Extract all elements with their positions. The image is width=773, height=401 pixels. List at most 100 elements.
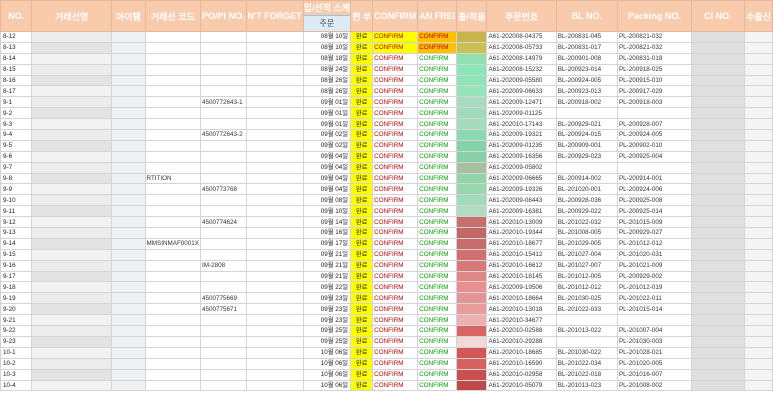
cell-dont-forget[interactable] bbox=[245, 183, 304, 196]
cell-ship-status[interactable] bbox=[456, 314, 488, 327]
cell-customer-code[interactable] bbox=[144, 357, 202, 370]
cell-status[interactable]: 완료 bbox=[350, 74, 374, 87]
cell-schedule-date[interactable]: 09월 21일 bbox=[302, 270, 352, 283]
cell-freight[interactable]: CONFIRM bbox=[417, 85, 458, 98]
cell-customer[interactable] bbox=[31, 52, 113, 65]
cell-confirm[interactable]: CONFIRM bbox=[372, 314, 419, 327]
cell-item[interactable] bbox=[111, 379, 146, 392]
cell-packing-no[interactable] bbox=[616, 107, 692, 120]
cell-freight[interactable]: CONFIRM bbox=[417, 96, 458, 109]
cell-customer-code[interactable] bbox=[144, 63, 202, 76]
cell-customer-code[interactable] bbox=[144, 107, 202, 120]
header-ship[interactable]: 출/적용 bbox=[456, 0, 488, 32]
cell-dont-forget[interactable] bbox=[245, 325, 304, 337]
cell-bl-no[interactable]: BL-201022-032 bbox=[555, 216, 618, 229]
cell-confirm[interactable]: CONFIRM bbox=[372, 129, 419, 141]
cell-customer-code[interactable] bbox=[144, 248, 202, 261]
cell-customer[interactable] bbox=[31, 183, 113, 196]
cell-schedule-date[interactable]: 09월 16일 bbox=[302, 227, 352, 239]
cell-confirm[interactable]: CONFIRM bbox=[372, 194, 419, 207]
cell-po-pi-no[interactable] bbox=[200, 139, 247, 152]
cell-customer-code[interactable] bbox=[144, 325, 202, 337]
cell-confirm[interactable]: CONFIRM bbox=[372, 139, 419, 152]
cell-customer-code[interactable] bbox=[144, 85, 202, 98]
cell-dont-forget[interactable] bbox=[245, 129, 304, 141]
cell-dont-forget[interactable] bbox=[245, 259, 304, 272]
cell-bl-no[interactable]: BL-201030-025 bbox=[555, 292, 618, 305]
cell-freight[interactable]: CONFIRM bbox=[417, 227, 458, 239]
cell-confirm[interactable]: CONFIRM bbox=[372, 85, 419, 98]
cell-order-no[interactable]: A61-202010-18677 bbox=[486, 237, 557, 250]
cell-ci-no[interactable] bbox=[690, 379, 746, 392]
cell-export[interactable] bbox=[744, 357, 773, 370]
cell-customer-code[interactable] bbox=[144, 129, 202, 141]
cell-schedule-date[interactable]: 09월 21일 bbox=[302, 259, 352, 272]
cell-ship-status[interactable] bbox=[456, 31, 488, 43]
cell-bl-no[interactable]: BL-200831-045 bbox=[555, 31, 618, 43]
table-row[interactable]: 10-1 10월 06일 완료 CONFIRM CONFIRM A61-202010-18… bbox=[0, 346, 773, 359]
cell-customer[interactable] bbox=[31, 292, 113, 305]
header-freight[interactable]: AN FREI bbox=[417, 0, 458, 32]
cell-confirm[interactable]: CONFIRM bbox=[372, 107, 419, 120]
cell-freight[interactable]: CONFIRM bbox=[417, 292, 458, 305]
table-row[interactable]: 9-9 4500773768 09월 04일 완료 CONFIRM CONFIRM A61-… bbox=[0, 183, 773, 196]
cell-customer-code[interactable] bbox=[144, 96, 202, 109]
cell-customer[interactable] bbox=[31, 248, 113, 261]
cell-schedule-date[interactable]: 09월 10일 bbox=[302, 205, 352, 218]
cell-export[interactable] bbox=[744, 281, 773, 294]
cell-freight[interactable]: CONFIRM bbox=[417, 314, 458, 327]
cell-export[interactable] bbox=[744, 74, 773, 87]
cell-dont-forget[interactable] bbox=[245, 205, 304, 218]
cell-packing-no[interactable]: PL-201015-009 bbox=[616, 216, 692, 229]
cell-ci-no[interactable] bbox=[690, 292, 746, 305]
cell-status[interactable]: 완료 bbox=[350, 270, 374, 283]
cell-item[interactable] bbox=[111, 314, 146, 327]
cell-packing-no[interactable]: PL-201015-014 bbox=[616, 303, 692, 316]
cell-export[interactable] bbox=[744, 227, 773, 239]
cell-export[interactable] bbox=[744, 96, 773, 109]
cell-status[interactable]: 완료 bbox=[350, 346, 374, 359]
header-item[interactable]: 아이템 bbox=[111, 0, 146, 32]
cell-customer-code[interactable] bbox=[144, 379, 202, 392]
cell-export[interactable] bbox=[744, 368, 773, 381]
cell-item[interactable] bbox=[111, 139, 146, 152]
cell-freight[interactable]: CONFIRM bbox=[417, 172, 458, 185]
table-row[interactable]: 9-7 09월 04일 완료 CONFIRM CONFIRM A61-202009-058… bbox=[0, 161, 773, 174]
cell-order-no[interactable]: A61-202009-06633 bbox=[486, 85, 557, 98]
cell-status[interactable]: 완료 bbox=[350, 63, 374, 76]
cell-status[interactable]: 완료 bbox=[350, 281, 374, 294]
cell-bl-no[interactable]: BL-200918-002 bbox=[555, 96, 618, 109]
cell-confirm[interactable]: CONFIRM bbox=[372, 281, 419, 294]
cell-dont-forget[interactable] bbox=[245, 270, 304, 283]
cell-order-no[interactable]: A61-202010-16612 bbox=[486, 259, 557, 272]
cell-schedule-date[interactable]: 09월 04일 bbox=[302, 183, 352, 196]
cell-status[interactable]: 완료 bbox=[350, 227, 374, 239]
cell-customer-code[interactable] bbox=[144, 52, 202, 65]
cell-freight[interactable]: CONFIRM bbox=[417, 346, 458, 359]
cell-order-no[interactable]: A61-202010-17143 bbox=[486, 118, 557, 131]
cell-no[interactable]: 9-11 bbox=[0, 205, 33, 218]
cell-no[interactable]: 10-1 bbox=[0, 346, 33, 359]
cell-ship-status[interactable] bbox=[456, 292, 488, 305]
cell-item[interactable] bbox=[111, 205, 146, 218]
cell-no[interactable]: 10-2 bbox=[0, 357, 33, 370]
cell-no[interactable]: 9-8 bbox=[0, 172, 33, 185]
cell-ci-no[interactable] bbox=[690, 172, 746, 185]
cell-confirm[interactable]: CONFIRM bbox=[372, 303, 419, 316]
cell-confirm[interactable]: CONFIRM bbox=[372, 96, 419, 109]
cell-status[interactable]: 완료 bbox=[350, 172, 374, 185]
cell-schedule-date[interactable]: 10월 06일 bbox=[302, 379, 352, 392]
cell-dont-forget[interactable] bbox=[245, 52, 304, 65]
cell-customer[interactable] bbox=[31, 270, 113, 283]
cell-packing-no[interactable]: PL-200925-014 bbox=[616, 205, 692, 218]
cell-item[interactable] bbox=[111, 237, 146, 250]
cell-customer-code[interactable] bbox=[144, 194, 202, 207]
cell-schedule-date[interactable]: 09월 01일 bbox=[302, 107, 352, 120]
cell-export[interactable] bbox=[744, 85, 773, 98]
cell-customer-code[interactable] bbox=[144, 139, 202, 152]
cell-confirm[interactable]: CONFIRM bbox=[372, 368, 419, 381]
cell-confirm[interactable]: CONFIRM bbox=[372, 357, 419, 370]
cell-order-no[interactable]: A61-202008-15232 bbox=[486, 63, 557, 76]
cell-order-no[interactable]: A61-202010-34677 bbox=[486, 314, 557, 327]
cell-schedule-date[interactable]: 09월 23일 bbox=[302, 314, 352, 327]
